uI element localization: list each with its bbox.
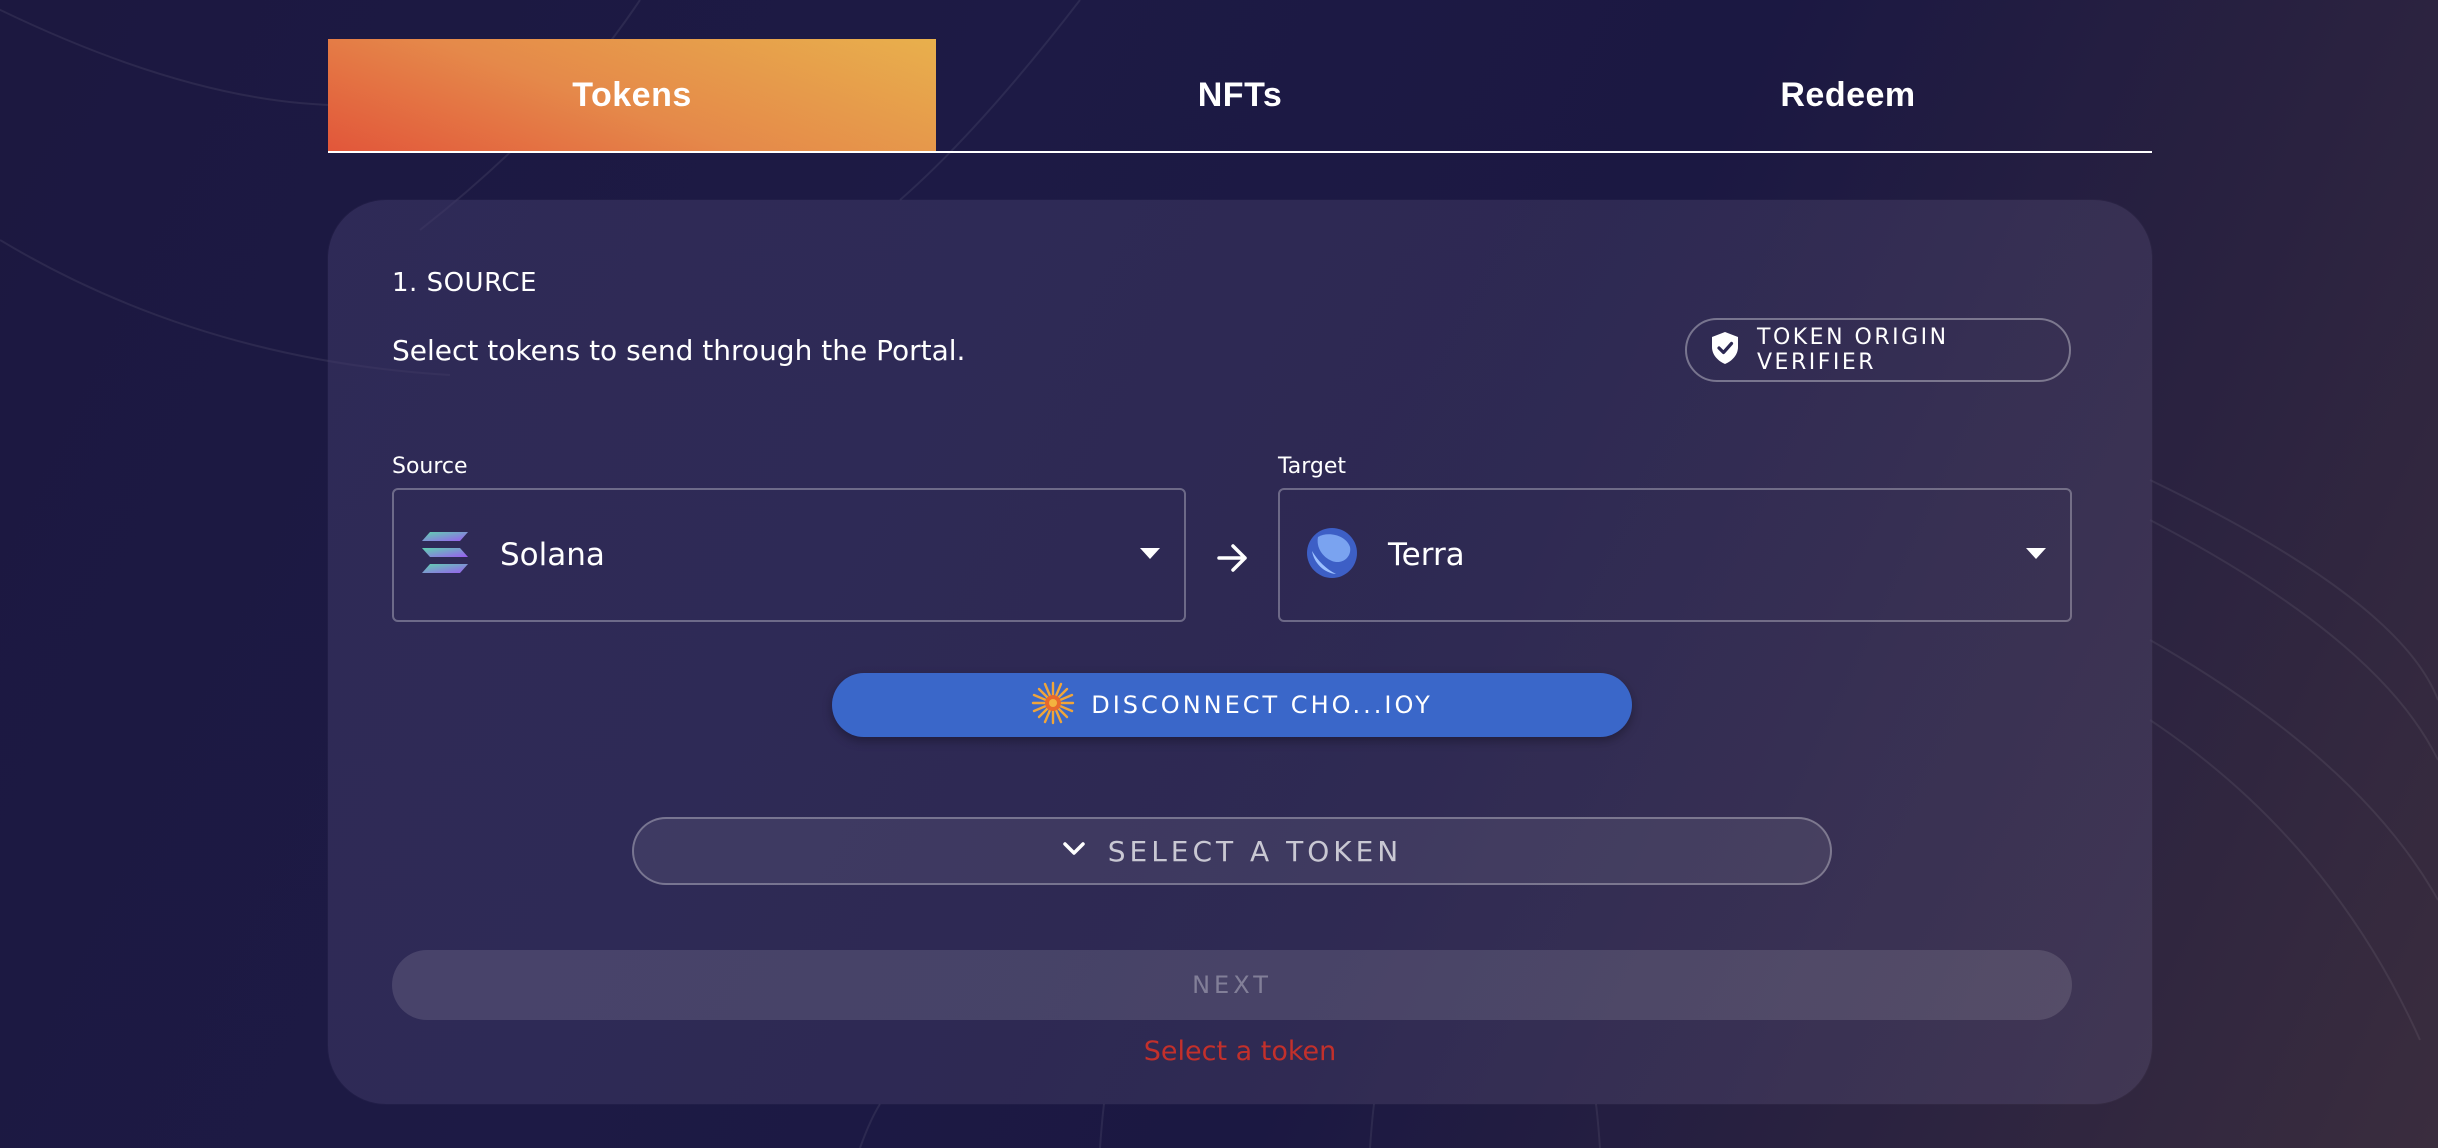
token-origin-verifier-button[interactable]: TOKEN ORIGIN VERIFIER xyxy=(1685,318,2071,382)
disconnect-button-label: DISCONNECT CHO...IOY xyxy=(1091,691,1433,719)
target-chain-select[interactable]: Terra xyxy=(1278,488,2072,622)
solana-icon xyxy=(420,530,470,580)
next-button-label: NEXT xyxy=(1192,971,1272,999)
source-chain-select[interactable]: Solana xyxy=(392,488,1186,622)
wallet-sun-icon xyxy=(1031,681,1075,729)
next-button[interactable]: NEXT xyxy=(392,950,2072,1020)
tab-tokens[interactable]: Tokens xyxy=(328,39,936,151)
transfer-card: 1. SOURCE Select tokens to send through … xyxy=(328,200,2152,1104)
section-title: 1. SOURCE xyxy=(392,268,537,298)
terra-icon xyxy=(1306,527,1358,583)
arrow-right-icon xyxy=(1213,538,1253,582)
source-label: Source xyxy=(392,454,468,479)
source-chain-name: Solana xyxy=(500,537,605,573)
target-chain-name: Terra xyxy=(1388,537,1465,573)
disconnect-wallet-button[interactable]: DISCONNECT CHO...IOY xyxy=(832,673,1632,737)
shield-check-icon xyxy=(1709,331,1741,369)
section-description: Select tokens to send through the Portal… xyxy=(392,334,966,367)
target-label: Target xyxy=(1278,454,1347,479)
verifier-button-label: TOKEN ORIGIN VERIFIER xyxy=(1757,325,1949,375)
validation-error: Select a token xyxy=(1143,1036,1337,1067)
chevron-down-icon xyxy=(1062,841,1086,861)
tab-bar: Tokens NFTs Redeem xyxy=(328,39,2152,153)
select-token-label: SELECT A TOKEN xyxy=(1107,834,1403,868)
select-token-button[interactable]: SELECT A TOKEN xyxy=(632,817,1832,885)
caret-down-icon xyxy=(1140,548,1160,559)
tab-nfts[interactable]: NFTs xyxy=(936,39,1544,151)
tab-redeem[interactable]: Redeem xyxy=(1544,39,2152,151)
caret-down-icon xyxy=(2026,548,2046,559)
